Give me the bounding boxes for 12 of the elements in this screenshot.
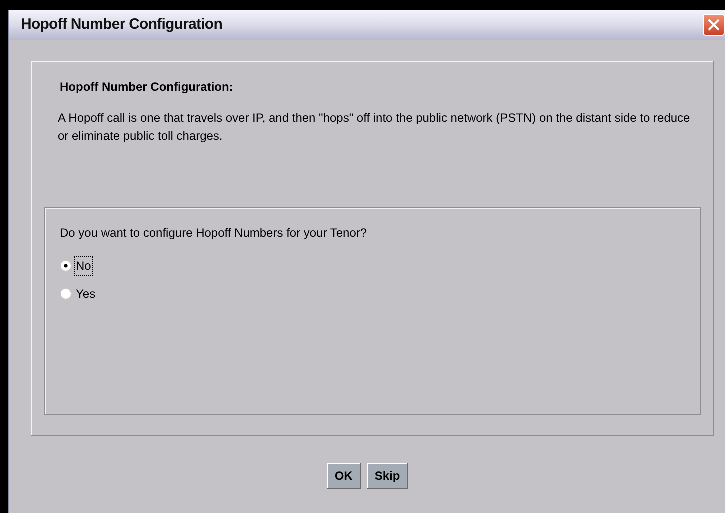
- radio-button[interactable]: [60, 260, 72, 272]
- radio-label[interactable]: No: [74, 256, 94, 276]
- close-icon: [708, 19, 720, 31]
- radio-label[interactable]: Yes: [74, 284, 98, 304]
- dialog-button[interactable]: OK: [326, 463, 361, 489]
- question-text: Do you want to configure Hopoff Numbers for your Tenor?: [60, 225, 368, 242]
- radio-button[interactable]: [60, 288, 72, 300]
- window-title: Hopoff Number Configuration: [21, 14, 223, 35]
- section-heading: Hopoff Number Configuration:: [59, 79, 234, 96]
- close-button[interactable]: [703, 14, 725, 36]
- dialog-button[interactable]: Skip: [366, 463, 408, 489]
- description-text: A Hopoff call is one that travels over IP, and then "hops" off into the public network (PSTN) on the distant side to reduce or eliminate public toll charges.: [58, 110, 692, 145]
